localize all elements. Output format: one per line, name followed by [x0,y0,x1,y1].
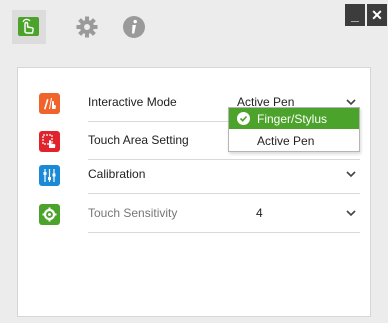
calibration-label: Calibration [88,167,146,181]
sensitivity-icon [39,204,60,225]
check-circle-icon [237,112,250,125]
touch-sensitivity-label: Touch Sensitivity [88,206,178,220]
divider [88,232,360,233]
touch-sensitivity-row[interactable]: Touch Sensitivity 4 [18,197,372,235]
touch-sensitivity-value[interactable]: 4 [256,206,263,220]
touch-area-label: Touch Area Setting [88,133,189,147]
divider [88,193,360,194]
toolbar: _ ✕ [0,0,388,58]
tab-settings[interactable] [70,10,104,44]
gear-icon [76,16,98,38]
chevron-down-icon[interactable] [345,208,357,218]
calibration-icon [39,165,60,186]
interactive-mode-dropdown: Finger/Stylus Active Pen [228,107,360,152]
chevron-down-icon[interactable] [345,169,357,179]
option-finger-stylus[interactable]: Finger/Stylus [229,108,359,129]
option-label: Active Pen [257,134,315,148]
calibration-row[interactable]: Calibration [18,158,372,196]
minimize-button[interactable]: _ [345,4,365,26]
pen-finger-icon [39,93,60,114]
option-active-pen[interactable]: Active Pen [229,130,359,151]
close-icon: ✕ [371,6,383,23]
touch-area-icon [39,131,60,152]
minimize-label: _ [351,7,359,23]
tab-interactive[interactable] [12,10,46,44]
interactive-mode-label: Interactive Mode [88,95,177,109]
option-label: Finger/Stylus [257,112,328,126]
tab-info[interactable] [117,10,151,44]
touch-screen-icon [18,17,39,36]
settings-panel: Interactive Mode Active Pen Touch Area S… [17,67,371,317]
info-icon [123,16,145,38]
close-button[interactable]: ✕ [367,4,387,26]
chevron-down-icon[interactable] [345,97,357,107]
